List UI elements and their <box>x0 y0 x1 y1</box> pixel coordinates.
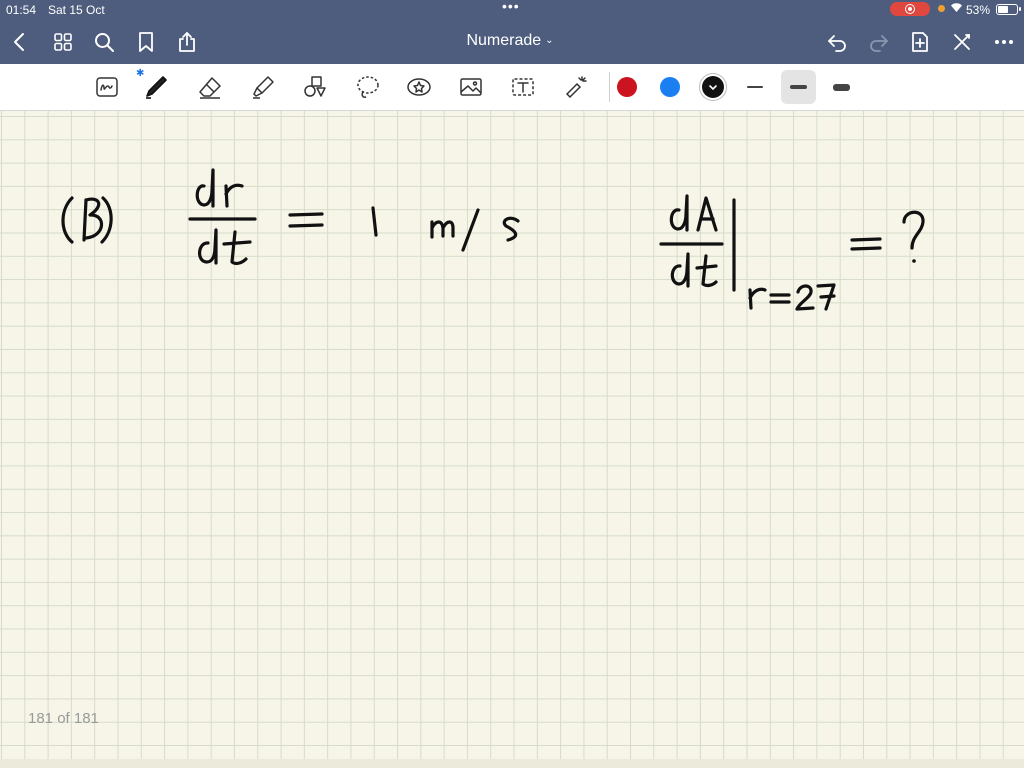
top-bar: 01:54 Sat 15 Oct ••• 53% Numerade ⌄ <box>0 0 1024 64</box>
chevron-down-icon <box>709 85 717 91</box>
redo-icon[interactable] <box>867 30 891 54</box>
stroke-thick-option[interactable] <box>833 84 850 91</box>
text-tool-icon[interactable] <box>510 74 536 100</box>
stroke-thin-option[interactable] <box>747 86 763 88</box>
more-icon[interactable] <box>992 30 1016 54</box>
document-title[interactable]: Numerade ⌄ <box>440 32 580 50</box>
battery-icon <box>996 4 1021 15</box>
laser-pointer-icon[interactable] <box>563 74 589 100</box>
sticker-icon[interactable] <box>406 74 432 100</box>
color-black-swatch[interactable] <box>702 76 724 98</box>
stroke-medium-option[interactable] <box>790 85 807 89</box>
bottom-strip <box>0 759 1024 768</box>
page-counter: 181 of 181 <box>28 710 99 727</box>
lasso-icon[interactable] <box>355 74 381 100</box>
status-bar: 01:54 Sat 15 Oct ••• 53% <box>0 0 1024 18</box>
wifi-icon <box>950 1 963 16</box>
document-title-text: Numerade <box>466 32 542 49</box>
image-icon[interactable] <box>458 74 484 100</box>
shapes-icon[interactable] <box>302 74 328 100</box>
undo-icon[interactable] <box>825 30 849 54</box>
status-time: 01:54 <box>6 3 37 17</box>
eraser-icon[interactable] <box>197 74 223 100</box>
bookmark-icon[interactable] <box>134 30 158 54</box>
color-red-swatch[interactable] <box>617 77 637 97</box>
share-icon[interactable] <box>175 30 199 54</box>
mic-indicator-icon <box>938 5 945 12</box>
drawing-toolbar: ✱ <box>0 64 1024 111</box>
toolbar-divider <box>609 72 610 102</box>
multitasking-dots-icon[interactable]: ••• <box>502 0 520 14</box>
add-page-icon[interactable] <box>908 30 932 54</box>
close-icon[interactable] <box>950 30 974 54</box>
note-canvas[interactable] <box>0 111 1024 759</box>
color-blue-swatch[interactable] <box>660 77 680 97</box>
highlighter-icon[interactable] <box>250 74 276 100</box>
battery-percent: 53% <box>966 3 991 17</box>
grid-icon[interactable] <box>51 30 75 54</box>
screen-recording-icon[interactable] <box>890 2 930 16</box>
chevron-down-icon: ⌄ <box>545 35 554 47</box>
back-icon[interactable] <box>8 30 32 54</box>
status-date: Sat 15 Oct <box>48 3 105 17</box>
pen-icon[interactable] <box>143 74 169 100</box>
search-icon[interactable] <box>92 30 116 54</box>
handwriting-to-text-icon[interactable] <box>94 74 120 100</box>
